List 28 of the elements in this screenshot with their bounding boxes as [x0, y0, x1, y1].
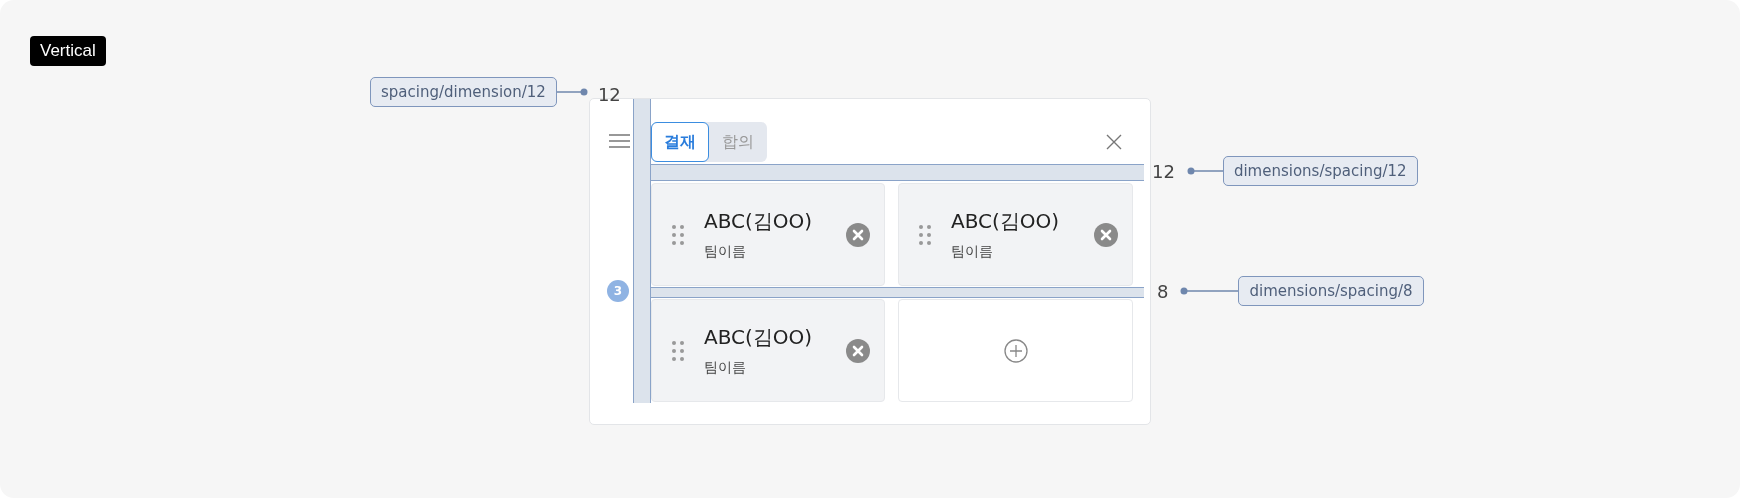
drag-handle-icon[interactable]	[672, 224, 684, 245]
person-name: ABC(김OO)	[951, 208, 1061, 235]
drag-handle-icon[interactable]	[919, 224, 931, 245]
remove-icon[interactable]	[846, 222, 870, 247]
count-badge: 3	[607, 280, 629, 302]
team-name: 팀이름	[704, 243, 747, 261]
spacing-value: 8	[1157, 280, 1169, 302]
spacing-value: 12	[597, 86, 621, 104]
drag-handle-icon[interactable]	[672, 340, 684, 361]
team-name: 팀이름	[704, 359, 747, 377]
team-name: 팀이름	[951, 243, 994, 261]
section-label: Vertical	[30, 36, 106, 66]
person-name: ABC(김OO)	[704, 324, 814, 351]
leader-line	[1186, 167, 1223, 175]
annotation-label: spacing/dimension/12	[370, 77, 557, 107]
leader-line	[556, 88, 588, 96]
spacing-value: 12	[1152, 160, 1175, 182]
tab[interactable]: 합의	[709, 122, 767, 162]
remove-icon[interactable]	[846, 338, 870, 363]
menu-icon[interactable]	[609, 134, 630, 148]
tab[interactable]: 결재	[651, 122, 709, 162]
plus-icon	[1003, 338, 1028, 363]
remove-icon[interactable]	[1094, 222, 1118, 247]
leader-line	[1180, 287, 1239, 295]
person-name: ABC(김OO)	[704, 208, 814, 235]
annotation-label: dimensions/spacing/12	[1222, 156, 1418, 186]
annotation-label: dimensions/spacing/8	[1238, 276, 1424, 306]
close-icon[interactable]	[1106, 134, 1122, 150]
